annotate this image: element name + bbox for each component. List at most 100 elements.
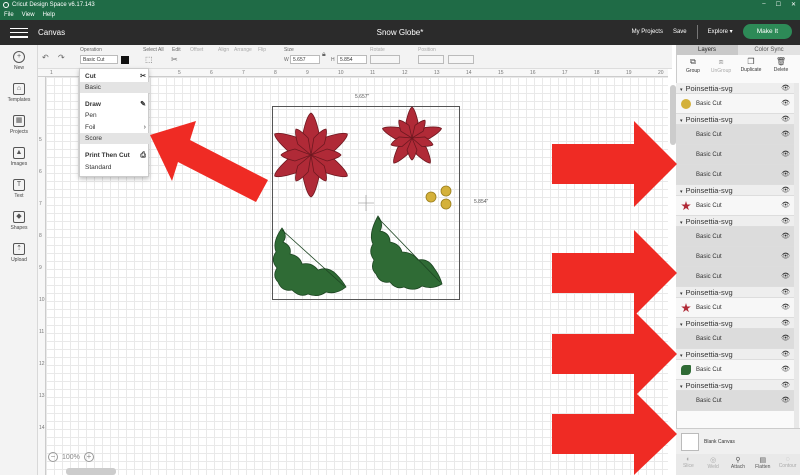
layer-item-row[interactable]: Basic Cut 👁︎ [676, 247, 794, 267]
eye-icon[interactable]: 👁︎ [781, 227, 790, 247]
sidebar-item-projects[interactable]: ▦ Projects [0, 115, 38, 135]
arrange-label[interactable]: Arrange [234, 47, 252, 53]
close-button[interactable]: ✕ [791, 1, 796, 8]
eye-icon[interactable]: 👁︎ [781, 216, 790, 227]
menu-item-foil[interactable]: Foil › [80, 122, 150, 133]
sidebar-item-shapes[interactable]: ◆ Shapes [0, 211, 38, 231]
eye-icon[interactable]: 👁︎ [781, 185, 790, 196]
offset-label[interactable]: Offset [190, 47, 203, 53]
menu-help[interactable]: Help [43, 12, 55, 18]
explore-dropdown[interactable]: Explore ▾ [708, 28, 733, 35]
layer-item-row[interactable]: Basic Cut 👁︎ [676, 267, 794, 287]
chevron-down-icon[interactable]: ▾ [680, 322, 683, 328]
slice-button[interactable]: ◐ Slice [676, 454, 701, 475]
layer-group-row[interactable]: ▾ Poinsettia-svg 👁︎ [676, 114, 794, 125]
layer-group-row[interactable]: ▾ Poinsettia-svg 👁︎ [676, 185, 794, 196]
operation-select[interactable]: Basic Cut [80, 55, 118, 64]
layer-group-row[interactable]: ▾ Poinsettia-svg 👁︎ [676, 83, 794, 94]
eye-icon[interactable]: 👁︎ [781, 329, 790, 349]
zoom-out-button[interactable]: − [48, 452, 58, 462]
eye-icon[interactable]: 👁︎ [781, 125, 790, 145]
eye-icon[interactable]: 👁︎ [781, 360, 790, 380]
zoom-in-button[interactable]: + [83, 452, 94, 462]
delete-button[interactable]: 🗑︎ Delete [766, 57, 796, 73]
layer-item-row[interactable]: Basic Cut 👁︎ [676, 360, 794, 380]
chevron-down-icon[interactable]: ▾ [680, 118, 683, 124]
maximize-button[interactable]: ☐ [776, 1, 781, 8]
selection-bounding-box[interactable] [272, 106, 460, 300]
layer-item-row[interactable]: Basic Cut 👁︎ [676, 329, 794, 349]
layers-scrollbar[interactable] [794, 83, 799, 428]
height-input[interactable]: 5.854 [337, 55, 367, 64]
redo-icon[interactable]: ↷ [58, 53, 65, 62]
save-link[interactable]: Save [673, 29, 687, 35]
layer-group-row[interactable]: ▾ Poinsettia-svg 👁︎ [676, 380, 794, 391]
menu-item-pen[interactable]: Pen [80, 110, 150, 121]
layer-item-row[interactable]: Basic Cut 👁︎ [676, 145, 794, 165]
flatten-button[interactable]: ▤ Flatten [750, 454, 775, 475]
ungroup-button[interactable]: ⧈ UnGroup [706, 57, 736, 74]
chevron-down-icon[interactable]: ▾ [680, 384, 683, 390]
layer-item-row[interactable]: Basic Cut 👁︎ [676, 94, 794, 114]
layer-group-row[interactable]: ▾ Poinsettia-svg 👁︎ [676, 216, 794, 227]
tab-layers[interactable]: Layers [676, 45, 738, 55]
layer-item-row[interactable]: Basic Cut 👁︎ [676, 391, 794, 411]
menu-item-score[interactable]: Score [80, 133, 150, 144]
eye-icon[interactable]: 👁︎ [781, 298, 790, 318]
eye-icon[interactable]: 👁︎ [781, 380, 790, 391]
select-all-label[interactable]: Select All [143, 47, 164, 53]
eye-icon[interactable]: 👁︎ [781, 267, 790, 287]
eye-icon[interactable]: 👁︎ [781, 145, 790, 165]
menu-view[interactable]: View [22, 12, 35, 18]
chevron-down-icon[interactable]: ▾ [680, 353, 683, 359]
position-y-input[interactable] [448, 55, 474, 64]
eye-icon[interactable]: 👁︎ [781, 83, 790, 94]
eye-icon[interactable]: 👁︎ [781, 318, 790, 329]
layer-item-row[interactable]: Basic Cut 👁︎ [676, 165, 794, 185]
attach-button[interactable]: ⚲ Attach [726, 454, 751, 475]
chevron-down-icon[interactable]: ▾ [680, 220, 683, 226]
eye-icon[interactable]: 👁︎ [781, 349, 790, 360]
undo-icon[interactable]: ↶ [42, 53, 49, 62]
align-label[interactable]: Align [218, 47, 229, 53]
blank-canvas-row[interactable]: Blank Canvas [676, 428, 800, 454]
rotate-input[interactable] [370, 55, 400, 64]
sidebar-item-images[interactable]: ▲ Images [0, 147, 38, 167]
eye-icon[interactable]: 👁︎ [781, 165, 790, 185]
menu-item-standard[interactable]: Standard [80, 162, 150, 173]
eye-icon[interactable]: 👁︎ [781, 391, 790, 411]
edit-label[interactable]: Edit [172, 47, 181, 53]
position-x-input[interactable] [418, 55, 444, 64]
weld-button[interactable]: ◎ Weld [701, 454, 726, 475]
chevron-down-icon[interactable]: ▾ [680, 87, 683, 93]
edit-icon[interactable]: ✂ [171, 55, 178, 64]
eye-icon[interactable]: 👁︎ [781, 94, 790, 114]
lock-icon[interactable]: 🔒︎ [322, 51, 326, 59]
tab-color-sync[interactable]: Color Sync [738, 45, 800, 55]
flip-label[interactable]: Flip [258, 47, 266, 53]
my-projects-link[interactable]: My Projects [632, 29, 663, 35]
sidebar-item-text[interactable]: T Text [0, 179, 38, 199]
layer-item-row[interactable]: Basic Cut 👁︎ [676, 125, 794, 145]
layer-item-row[interactable]: Basic Cut 👁︎ [676, 196, 794, 216]
width-input[interactable]: 5.657 [290, 55, 320, 64]
sidebar-item-new[interactable]: + New [0, 51, 38, 71]
make-it-button[interactable]: Make It [742, 24, 792, 39]
color-swatch[interactable] [121, 56, 129, 64]
chevron-down-icon[interactable]: ▾ [680, 189, 683, 195]
minimize-button[interactable]: – [762, 1, 765, 8]
select-all-icon[interactable]: ⬚ [145, 55, 153, 64]
eye-icon[interactable]: 👁︎ [781, 114, 790, 125]
menu-item-basic[interactable]: Basic [80, 82, 150, 93]
eye-icon[interactable]: 👁︎ [781, 196, 790, 216]
duplicate-button[interactable]: ❐ Duplicate [736, 57, 766, 73]
menu-file[interactable]: File [4, 12, 14, 18]
layer-group-row[interactable]: ▾ Poinsettia-svg 👁︎ [676, 349, 794, 360]
chevron-down-icon[interactable]: ▾ [680, 291, 683, 297]
sidebar-item-upload[interactable]: ⇡ Upload [0, 243, 38, 263]
eye-icon[interactable]: 👁︎ [781, 247, 790, 267]
layer-group-row[interactable]: ▾ Poinsettia-svg 👁︎ [676, 287, 794, 298]
layer-item-row[interactable]: Basic Cut 👁︎ [676, 227, 794, 247]
hamburger-menu-icon[interactable] [10, 27, 28, 38]
sidebar-item-templates[interactable]: ⌂ Templates [0, 83, 38, 103]
